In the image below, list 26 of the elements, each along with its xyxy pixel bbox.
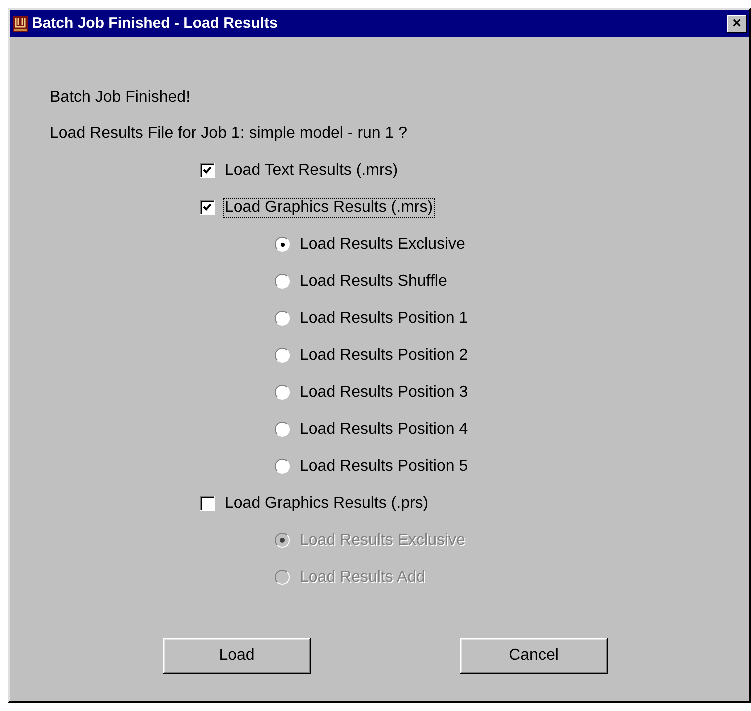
radio-button[interactable]: Load Results Position 1 [275,308,470,328]
window-title: Batch Job Finished - Load Results [32,15,279,32]
radio-icon[interactable] [275,459,290,474]
radio-icon[interactable] [275,274,290,289]
message-text: Load Results File for Job 1: simple model - run 1 ? [50,125,408,143]
checkbox-icon[interactable] [200,496,215,511]
radio-icon[interactable] [275,311,290,326]
radio-button[interactable]: Load Results Position 2 [275,346,470,366]
radio-button[interactable]: Load Results Position 4 [275,420,470,440]
app-icon [13,16,28,32]
close-button[interactable]: × [727,14,747,32]
radio-button[interactable]: Load Results Position 5 [275,456,470,476]
radio-button[interactable]: Load Results Exclusive [275,234,468,254]
radio-icon[interactable] [275,422,290,437]
radio-button[interactable]: Load Results Shuffle [275,272,450,292]
checkbox-icon[interactable] [200,163,215,178]
checkbox[interactable]: Load Text Results (.mrs) [200,160,400,180]
cancel-button[interactable]: Cancel [460,638,608,674]
checkbox-icon[interactable] [200,200,215,215]
checkbox[interactable]: Load Graphics Results (.prs) [200,494,431,514]
radio-icon[interactable] [275,348,290,363]
radio-icon[interactable] [275,237,290,252]
radio-button[interactable]: Load Results Position 3 [275,382,470,402]
message-text: Batch Job Finished! [50,89,191,107]
radio-icon[interactable] [275,385,290,400]
load-button[interactable]: Load [163,638,311,674]
